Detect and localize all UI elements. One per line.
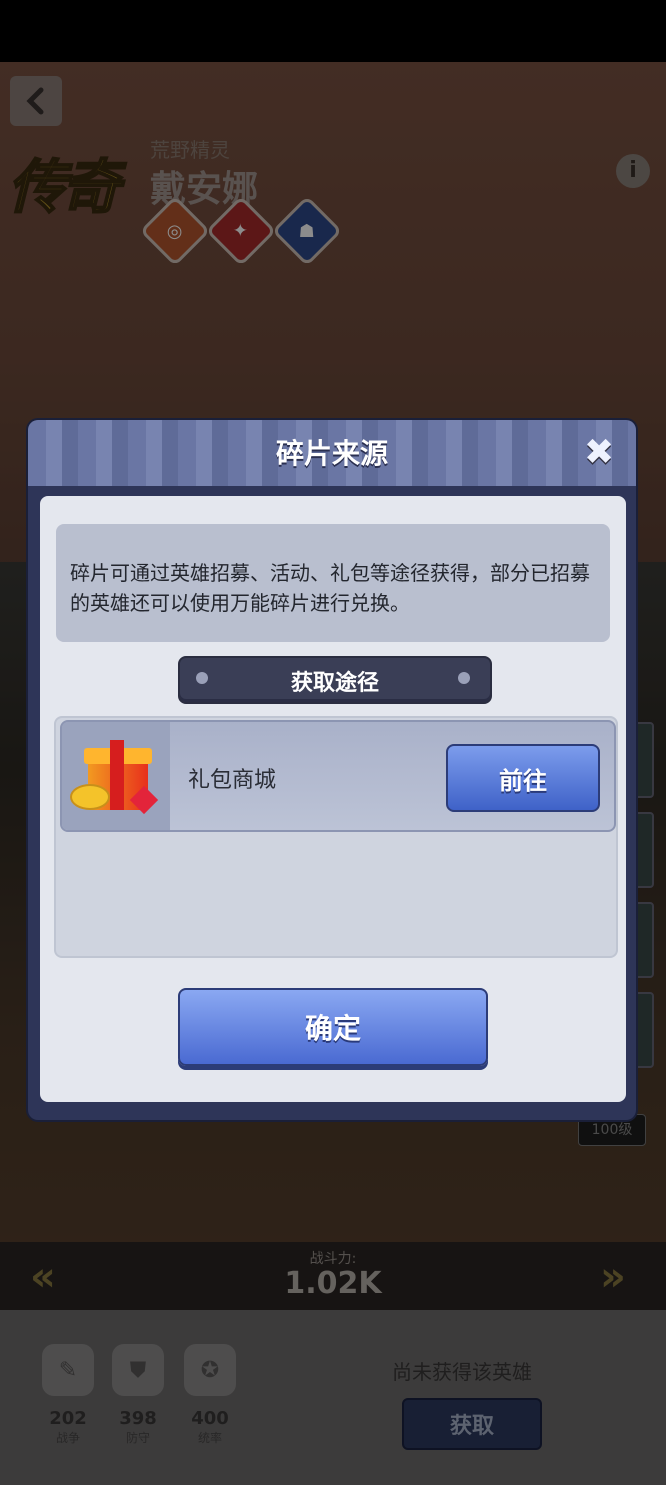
gift-box-icon [62, 722, 170, 830]
dialog-title: 碎片来源 [275, 437, 388, 470]
goto-button[interactable]: 前往 [446, 744, 600, 812]
dot-icon [458, 672, 470, 684]
route-name: 礼包商城 [188, 768, 277, 793]
route-section-label: 获取途径 [290, 671, 379, 696]
list-item: 礼包商城 前往 [60, 720, 616, 832]
description-text: 碎片可通过英雄招募、活动、礼包等途径获得，部分已招募的英雄还可以使用万能碎片进行… [70, 561, 590, 615]
confirm-button[interactable]: 确定 [178, 988, 488, 1066]
route-section-header: 获取途径 [178, 656, 492, 704]
close-icon[interactable]: ✖ [584, 432, 614, 473]
description-box: 碎片可通过英雄招募、活动、礼包等途径获得，部分已招募的英雄还可以使用万能碎片进行… [56, 524, 610, 642]
dialog-body: 碎片可通过英雄招募、活动、礼包等途径获得，部分已招募的英雄还可以使用万能碎片进行… [40, 496, 626, 1102]
fragment-source-dialog: 碎片来源 ✖ 碎片可通过英雄招募、活动、礼包等途径获得，部分已招募的英雄还可以使… [28, 420, 636, 1120]
route-list: 礼包商城 前往 [54, 716, 618, 958]
